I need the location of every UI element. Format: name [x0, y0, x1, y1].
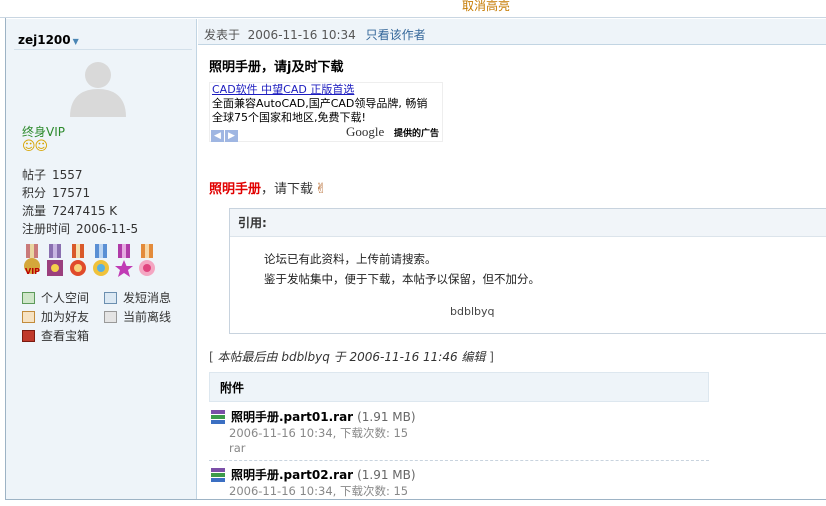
message-text: ，请下载	[261, 182, 314, 197]
treasure-label[interactable]: 查看宝箱	[41, 329, 89, 343]
ad-text-line[interactable]: 全球75个国家和地区,免费下载!	[212, 111, 366, 125]
add-friend-label[interactable]: 加为好友	[41, 310, 89, 324]
svg-text:VIP: VIP	[25, 267, 40, 276]
stat-label: 注册时间	[22, 222, 71, 236]
next-arrow-icon[interactable]: ▶	[225, 130, 238, 142]
post-meta: 发表于 2006-11-16 10:34 只看该作者	[204, 26, 426, 43]
stat-label: 帖子	[22, 168, 47, 182]
bracket-close: ]	[489, 350, 494, 364]
add-friend-icon	[22, 311, 35, 323]
message-highlight: 照明手册	[209, 182, 262, 197]
heart-medal-icon	[47, 244, 63, 276]
ribbon-medal-icon	[139, 244, 155, 276]
edit-notice-text: 本帖最后由 bdblbyq 于 2006-11-16 11:46 编辑	[217, 350, 486, 364]
stat-value: 2006-11-5	[76, 222, 139, 236]
stat-value: 7247415 K	[52, 204, 118, 218]
sidebar-divider	[14, 49, 192, 50]
posted-label: 发表于	[204, 28, 241, 42]
avatar[interactable]	[66, 57, 130, 117]
vip-medal-icon: VIP	[24, 244, 40, 276]
ad-link[interactable]: CAD软件 中望CAD 正版首选	[212, 83, 354, 97]
user-stats: 帖子 1557 积分 17571 流量 7247415 K 注册时间 2006-11-5	[22, 166, 192, 238]
attachment-name[interactable]: 照明手册.part02.rar	[231, 468, 353, 482]
rar-file-icon	[211, 468, 225, 482]
stat-points: 积分 17571	[22, 184, 192, 202]
treasure-chest-icon	[22, 330, 35, 342]
attachment-type: rar	[229, 441, 246, 455]
profile-label[interactable]: 个人空间	[41, 291, 89, 305]
mail-icon	[104, 292, 117, 304]
top-bar: 取消高亮	[0, 0, 826, 18]
google-logo[interactable]: Google	[346, 125, 384, 139]
attachments-heading: 附件	[209, 372, 709, 402]
offline-user-icon	[104, 311, 117, 323]
attachment-meta: 2006-11-16 10:34, 下载次数: 15	[229, 426, 409, 440]
home-icon	[22, 292, 35, 304]
author-name[interactable]: zej1200 ▼	[18, 33, 79, 47]
stat-traffic: 流量 7247415 K	[22, 202, 192, 220]
ad-nav: ◀ ▶	[211, 128, 239, 142]
online-status-label: 当前离线	[123, 310, 172, 324]
treasure-link[interactable]: 查看宝箱	[22, 327, 89, 345]
quote-line: 论坛已有此资料，上传前请搜索。	[264, 252, 437, 266]
quote-heading: 引用:	[230, 209, 826, 237]
sun-medal-icon	[70, 244, 86, 276]
attachment-size: (1.91 MB)	[357, 410, 416, 424]
attachments: 附件 照明手册.part01.rar (1.91 MB) 2006-11-16 1…	[209, 372, 709, 500]
attachment-link[interactable]: 照明手册.part02.rar (1.91 MB)	[231, 466, 416, 483]
prev-arrow-icon[interactable]: ◀	[211, 130, 224, 142]
post-message: 照明手册，请下载 ✌	[209, 178, 327, 197]
quote-line: 鉴于发帖集中，便于下载，本帖予以保留，但不加分。	[264, 272, 540, 286]
author-name-text[interactable]: zej1200	[18, 33, 71, 47]
stat-label: 积分	[22, 186, 47, 200]
crown-medal-icon	[93, 244, 109, 276]
bracket-open: [	[209, 350, 214, 364]
rar-file-icon	[211, 410, 225, 424]
stat-value: 17571	[52, 186, 91, 200]
cancel-highlight-link[interactable]: 取消高亮	[462, 0, 510, 14]
attachment-size: (1.91 MB)	[357, 468, 416, 482]
victory-hand-icon: ✌	[315, 181, 327, 197]
smiley-icon: ☺☺	[22, 139, 48, 154]
edit-notice: [ 本帖最后由 bdblbyq 于 2006-11-16 11:46 编辑 ]	[209, 348, 494, 365]
message-label[interactable]: 发短消息	[123, 291, 171, 305]
ad-provided-label[interactable]: 提供的广告	[394, 127, 439, 141]
online-status: 当前离线	[104, 308, 171, 326]
profile-link[interactable]: 个人空间	[22, 289, 89, 307]
quote-signature: bdblbyq	[450, 305, 495, 318]
attachment-meta: 2006-11-16 10:34, 下载次数: 15	[229, 484, 409, 498]
add-friend-link[interactable]: 加为好友	[22, 308, 89, 326]
attachment-divider	[209, 460, 709, 461]
message-link[interactable]: 发短消息	[104, 289, 171, 307]
attachment-name[interactable]: 照明手册.part01.rar	[231, 410, 353, 424]
ad-text-line[interactable]: 全面兼容AutoCAD,国产CAD领导品牌, 畅销	[212, 97, 427, 111]
google-ad[interactable]: CAD软件 中望CAD 正版首选 全面兼容AutoCAD,国产CAD领导品牌, …	[209, 82, 443, 142]
post-title: 照明手册，请j及时下载	[209, 60, 344, 75]
posted-time: 2006-11-16 10:34	[247, 28, 356, 42]
chevron-down-icon[interactable]: ▼	[73, 37, 79, 46]
author-only-link[interactable]: 只看该作者	[366, 28, 426, 42]
stat-posts: 帖子 1557	[22, 166, 192, 184]
user-rank: 终身VIP	[22, 125, 65, 139]
stat-label: 流量	[22, 204, 47, 218]
quote-block: 引用: 论坛已有此资料，上传前请搜索。 鉴于发帖集中，便于下载，本帖予以保留，但…	[229, 208, 826, 334]
stat-value: 1557	[52, 168, 83, 182]
star-medal-icon	[115, 244, 133, 277]
stat-registered: 注册时间 2006-11-5	[22, 220, 192, 238]
attachment-link[interactable]: 照明手册.part01.rar (1.91 MB)	[231, 408, 416, 425]
